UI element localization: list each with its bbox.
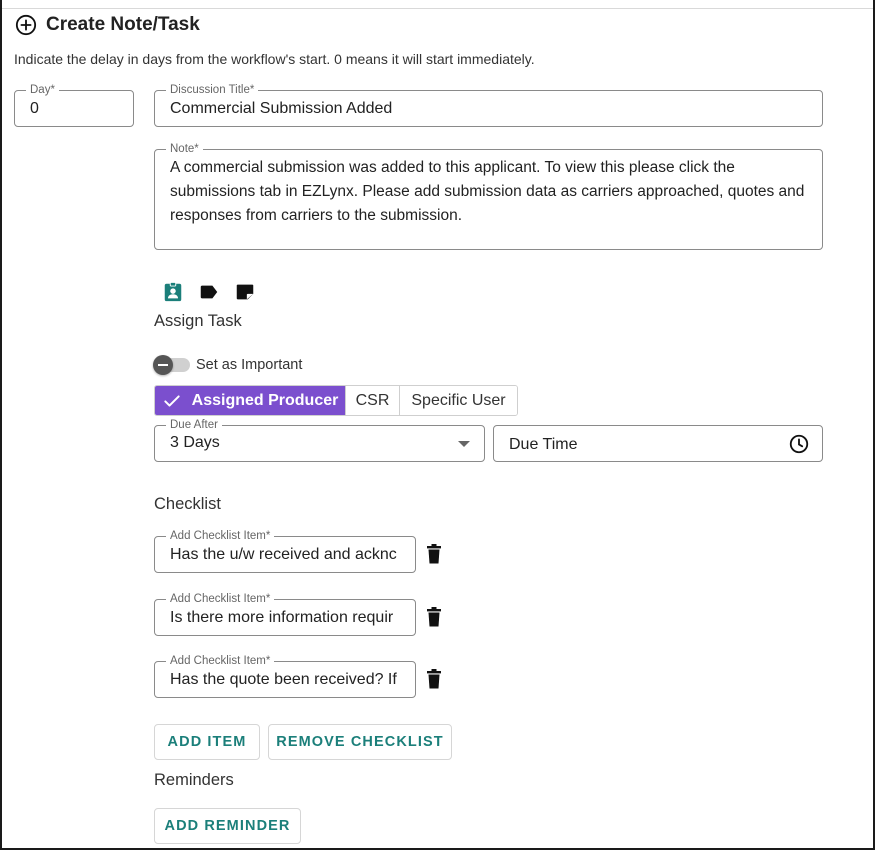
due-time-placeholder: Due Time bbox=[509, 436, 578, 453]
due-after-label: Due After bbox=[166, 418, 222, 432]
checklist-label: Checklist bbox=[154, 495, 221, 513]
day-value: 0 bbox=[30, 100, 39, 117]
add-reminder-button[interactable]: ADD REMINDER bbox=[154, 808, 301, 844]
assignee-option-label: CSR bbox=[355, 391, 390, 409]
header: Create Note/Task bbox=[15, 14, 200, 36]
checklist-item-value: Has the quote been received? If bbox=[170, 671, 397, 688]
page-title: Create Note/Task bbox=[46, 14, 200, 35]
note-icon[interactable] bbox=[234, 281, 256, 303]
assignee-option-specific-user[interactable]: Specific User bbox=[399, 386, 517, 415]
assignee-option-label: Assigned Producer bbox=[191, 391, 339, 409]
delete-checklist-item-icon[interactable] bbox=[426, 544, 442, 564]
assignee-option-csr[interactable]: CSR bbox=[345, 386, 399, 415]
set-important-toggle[interactable]: Set as Important bbox=[153, 355, 303, 375]
assignee-selector: Assigned Producer CSR Specific User bbox=[154, 385, 518, 416]
dropdown-arrow-icon bbox=[458, 441, 470, 447]
discussion-title-label: Discussion Title* bbox=[166, 83, 259, 97]
checklist-item-label: Add Checklist Item* bbox=[166, 529, 275, 543]
note-field[interactable]: Note* A commercial submission was added … bbox=[154, 142, 823, 250]
toggle-knob[interactable] bbox=[153, 355, 173, 375]
checklist-item-field[interactable]: Add Checklist Item* Has the quote been r… bbox=[154, 654, 416, 698]
assignee-option-assigned-producer[interactable]: Assigned Producer bbox=[155, 386, 345, 415]
note-label: Note* bbox=[166, 142, 203, 156]
add-item-button[interactable]: ADD ITEM bbox=[154, 724, 260, 760]
delete-checklist-item-icon[interactable] bbox=[426, 669, 442, 689]
note-value: A commercial submission was added to thi… bbox=[170, 159, 805, 224]
check-icon bbox=[163, 394, 180, 407]
checklist-item-label: Add Checklist Item* bbox=[166, 592, 275, 606]
toggle-track[interactable] bbox=[153, 355, 190, 375]
tag-icon[interactable] bbox=[198, 281, 220, 303]
assign-task-label: Assign Task bbox=[154, 312, 242, 330]
due-time-field[interactable]: Due Time bbox=[493, 425, 823, 462]
delete-checklist-item-icon[interactable] bbox=[426, 607, 442, 627]
discussion-title-value: Commercial Submission Added bbox=[170, 100, 393, 117]
checklist-item-value: Is there more information requir bbox=[170, 609, 394, 626]
add-circle-icon bbox=[15, 14, 37, 36]
remove-checklist-button[interactable]: REMOVE CHECKLIST bbox=[268, 724, 452, 760]
checklist-item-field[interactable]: Add Checklist Item* Is there more inform… bbox=[154, 592, 416, 636]
due-after-value: 3 Days bbox=[170, 434, 220, 451]
assignee-option-label: Specific User bbox=[411, 391, 506, 409]
set-important-label: Set as Important bbox=[196, 357, 303, 373]
due-after-select[interactable]: Due After 3 Days bbox=[154, 418, 485, 462]
checklist-item-field[interactable]: Add Checklist Item* Has the u/w received… bbox=[154, 529, 416, 573]
day-label: Day* bbox=[26, 83, 59, 97]
note-type-icons bbox=[162, 281, 256, 303]
day-field[interactable]: Day* 0 bbox=[14, 83, 134, 127]
clock-icon[interactable] bbox=[788, 433, 810, 455]
checklist-item-value: Has the u/w received and acknc bbox=[170, 546, 397, 563]
assignment-icon[interactable] bbox=[162, 281, 184, 303]
reminders-label: Reminders bbox=[154, 771, 234, 789]
checklist-item-label: Add Checklist Item* bbox=[166, 654, 275, 668]
discussion-title-field[interactable]: Discussion Title* Commercial Submission … bbox=[154, 83, 823, 127]
subtitle: Indicate the delay in days from the work… bbox=[14, 51, 535, 67]
